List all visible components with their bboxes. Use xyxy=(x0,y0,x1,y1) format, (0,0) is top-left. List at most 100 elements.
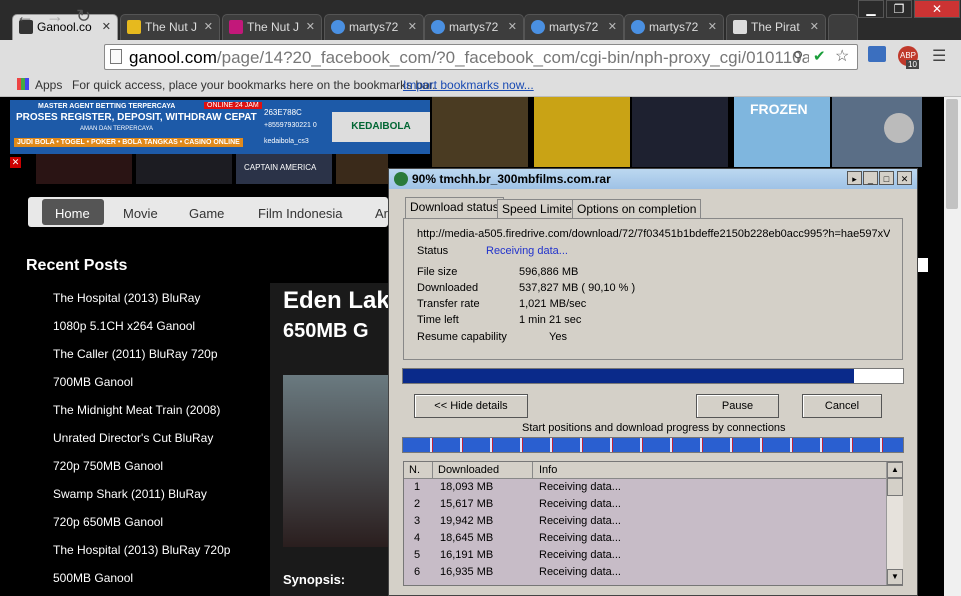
tab-pirate-bay[interactable]: The Pirat ✕ xyxy=(726,14,826,40)
address-bar[interactable]: ganool.com/page/14?20_facebook_com/?0_fa… xyxy=(104,44,858,70)
downloaded-value: 537,827 MB ( 90,10 % ) xyxy=(519,282,636,294)
close-icon[interactable]: ✕ xyxy=(306,20,315,33)
cancel-button[interactable]: Cancel xyxy=(802,394,882,418)
star-icon[interactable]: ☆ xyxy=(835,46,849,66)
tab-download-status[interactable]: Download status xyxy=(405,197,504,218)
menu-icon[interactable]: ☰ xyxy=(932,46,946,66)
import-bookmarks-link[interactable]: Import bookmarks now... xyxy=(403,78,534,92)
scroll-up-icon[interactable]: ▲ xyxy=(887,462,903,478)
movie-poster[interactable] xyxy=(832,97,922,167)
row-downloaded: 16,935 MB xyxy=(440,566,494,578)
tab-nut-job-imdb[interactable]: The Nut J ✕ xyxy=(120,14,220,40)
table-row[interactable]: 1 18,093 MB Receiving data... xyxy=(404,481,886,498)
scrollbar-thumb[interactable] xyxy=(946,99,958,209)
recent-post-link[interactable]: 720p 750MB Ganool xyxy=(53,459,163,473)
close-icon[interactable]: ✕ xyxy=(708,20,717,33)
hide-details-button[interactable]: << Hide details xyxy=(414,394,528,418)
folder-extension-icon[interactable] xyxy=(868,46,886,62)
status-label: Status xyxy=(417,245,449,257)
movie-poster[interactable] xyxy=(534,97,630,167)
tab-martys-4[interactable]: martys72 ✕ xyxy=(624,14,724,40)
recent-post-link[interactable]: Unrated Director's Cut BluRay xyxy=(53,431,213,445)
article-title-line2[interactable]: 650MB G xyxy=(283,320,369,343)
tab-martys-2[interactable]: martys72 ✕ xyxy=(424,14,524,40)
page-scrollbar[interactable] xyxy=(944,97,961,596)
tab-martys-1[interactable]: martys72 ✕ xyxy=(324,14,424,40)
movie-poster-frozen[interactable]: FROZEN xyxy=(734,97,830,167)
dialog-maximize-icon[interactable]: □ xyxy=(879,171,894,185)
tab-label: The Nut J xyxy=(247,20,300,34)
tab-options-on-completion[interactable]: Options on completion xyxy=(572,199,702,218)
scroll-down-icon[interactable]: ▼ xyxy=(887,569,903,585)
movie-poster[interactable] xyxy=(432,97,528,167)
close-icon[interactable]: ✕ xyxy=(102,20,111,33)
recent-post-link[interactable]: 500MB Ganool xyxy=(53,571,133,585)
apps-link[interactable]: Apps xyxy=(35,78,62,92)
recent-post-link[interactable]: 720p 650MB Ganool xyxy=(53,515,163,529)
menu-movie[interactable]: Movie xyxy=(123,206,158,221)
movie-thumb[interactable] xyxy=(336,154,388,184)
menu-home[interactable]: Home xyxy=(55,206,90,221)
minimize-window-button[interactable]: ▁ xyxy=(858,0,884,18)
pause-button[interactable]: Pause xyxy=(696,394,779,418)
recent-post-link[interactable]: 1080p 5.1CH x264 Ganool xyxy=(53,319,195,333)
menu-film-indonesia[interactable]: Film Indonesia xyxy=(258,206,343,221)
column-n[interactable]: N. xyxy=(409,464,420,476)
forward-icon[interactable]: → xyxy=(46,6,64,27)
new-tab-button[interactable] xyxy=(828,14,858,40)
table-row[interactable]: 3 19,942 MB Receiving data... xyxy=(404,515,886,532)
transfer-rate-value: 1,021 MB/sec xyxy=(519,298,587,310)
menu-more[interactable]: Ar xyxy=(375,206,388,221)
reload-icon[interactable]: ↻ xyxy=(76,6,91,27)
dialog-close-icon[interactable]: ✕ xyxy=(897,171,912,185)
recent-post-link[interactable]: The Midnight Meat Train (2008) xyxy=(53,403,220,417)
table-row[interactable]: 6 16,935 MB Receiving data... xyxy=(404,566,886,583)
synopsis-label: Synopsis: xyxy=(283,572,346,587)
row-n: 3 xyxy=(414,515,421,527)
close-icon[interactable]: ✕ xyxy=(608,20,617,33)
article-title-line1[interactable]: Eden Lak xyxy=(283,287,390,315)
recent-post-link[interactable]: Swamp Shark (2011) BluRay xyxy=(53,487,207,501)
betting-banner-ad[interactable]: MASTER AGENT BETTING TERPERCAYA PROSES R… xyxy=(10,100,430,154)
search-icon[interactable]: ⚲ xyxy=(793,48,803,65)
movie-poster[interactable] xyxy=(632,97,728,167)
connections-progress-bar xyxy=(402,437,904,453)
recent-post-link[interactable]: 700MB Ganool xyxy=(53,375,133,389)
article-cover-image[interactable] xyxy=(283,375,388,547)
movie-thumb[interactable] xyxy=(136,154,232,184)
recent-post-link[interactable]: The Hospital (2013) BluRay xyxy=(53,291,200,305)
row-n: 5 xyxy=(414,549,421,561)
apps-grid-icon[interactable] xyxy=(17,78,29,90)
dialog-play-icon[interactable]: ▸ xyxy=(847,171,862,185)
url-text: ganool.com/page/14?20_facebook_com/?0_fa… xyxy=(129,48,809,67)
table-scrollbar[interactable]: ▲ ▼ xyxy=(886,462,903,585)
column-info[interactable]: Info xyxy=(539,464,557,476)
close-icon[interactable]: ✕ xyxy=(508,20,517,33)
table-row[interactable]: 5 16,191 MB Receiving data... xyxy=(404,549,886,566)
close-icon[interactable]: ✕ xyxy=(204,20,213,33)
movie-thumb-captain-america[interactable]: CAPTAIN AMERICA xyxy=(236,154,332,184)
tab-martys-3[interactable]: martys72 ✕ xyxy=(524,14,624,40)
scrollbar-thumb[interactable] xyxy=(887,478,903,496)
table-row[interactable]: 4 18,645 MB Receiving data... xyxy=(404,532,886,549)
movie-thumb[interactable] xyxy=(36,154,132,184)
tab-speed-limiter[interactable]: Speed Limiter xyxy=(497,199,582,218)
play-icon[interactable] xyxy=(884,113,914,143)
close-icon[interactable]: ✕ xyxy=(408,20,417,33)
close-ad-icon[interactable]: ✕ xyxy=(10,157,21,168)
tab-nut-job-3m[interactable]: The Nut J ✕ xyxy=(222,14,322,40)
close-window-button[interactable]: ✕ xyxy=(914,0,960,18)
recent-post-link[interactable]: The Hospital (2013) BluRay 720p xyxy=(53,543,230,557)
back-icon[interactable]: ← xyxy=(16,6,34,27)
column-downloaded[interactable]: Downloaded xyxy=(438,464,499,476)
dialog-minimize-icon[interactable]: _ xyxy=(863,171,878,185)
row-info: Receiving data... xyxy=(539,532,621,544)
menu-game[interactable]: Game xyxy=(189,206,224,221)
maximize-window-button[interactable]: ❐ xyxy=(886,0,912,18)
recent-post-link[interactable]: The Caller (2011) BluRay 720p xyxy=(53,347,218,361)
table-row[interactable]: 2 15,617 MB Receiving data... xyxy=(404,498,886,515)
dialog-titlebar[interactable]: 90% tmchh.br_300mbfilms.com.rar ▸ _ □ ✕ xyxy=(389,169,917,189)
check-circle-icon[interactable]: ✔ xyxy=(813,47,826,65)
close-icon[interactable]: ✕ xyxy=(810,20,819,33)
banner-line4: JUDI BOLA • TOGEL • POKER • BOLA TANGKAS… xyxy=(14,138,243,147)
